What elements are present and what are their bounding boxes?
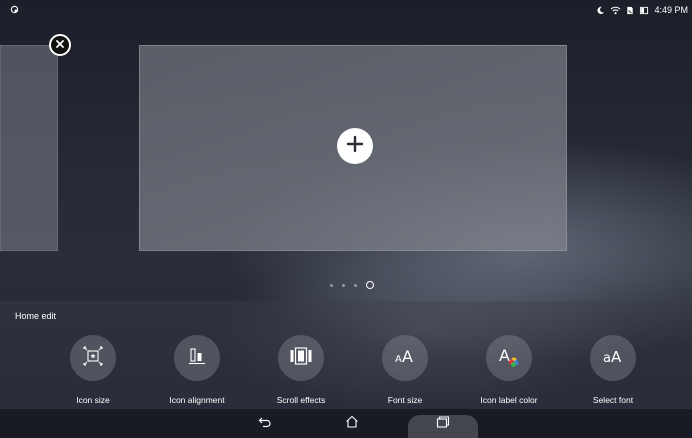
icon-size-icon xyxy=(83,345,103,371)
option-label: Font size xyxy=(387,395,423,405)
status-bar: 4:49 PM xyxy=(0,0,692,20)
option-icon-alignment[interactable]: Icon alignment xyxy=(147,335,247,405)
option-select-font[interactable]: a A Select font xyxy=(563,335,663,405)
option-label: Icon alignment xyxy=(169,395,225,405)
remove-page-button[interactable] xyxy=(49,34,71,56)
option-label: Icon size xyxy=(76,395,110,405)
option-circle[interactable]: a A xyxy=(590,335,636,381)
add-page-button[interactable] xyxy=(337,128,373,164)
home-edit-options: Icon size Icon alignment Scroll effects … xyxy=(43,335,663,405)
back-button[interactable] xyxy=(245,409,285,438)
svg-text:A: A xyxy=(402,347,413,366)
battery-icon xyxy=(639,6,649,15)
font-size-icon: A A xyxy=(393,346,417,370)
status-time: 4:49 PM xyxy=(654,5,688,15)
sim-icon xyxy=(626,6,634,15)
option-icon-size[interactable]: Icon size xyxy=(43,335,143,405)
status-left xyxy=(10,5,19,16)
home-edit-title: Home edit xyxy=(15,311,57,321)
icon-label-color-icon: A xyxy=(497,345,521,372)
select-font-icon: a A xyxy=(601,346,625,371)
option-label: Icon label color xyxy=(480,395,538,405)
home-screen-editor: 4:49 PM Home edit Icon size Icon alignme… xyxy=(0,0,692,438)
recents-icon xyxy=(436,415,450,433)
option-circle[interactable] xyxy=(278,335,324,381)
recents-button[interactable] xyxy=(423,409,463,438)
notification-icon xyxy=(10,5,19,16)
status-right: 4:49 PM xyxy=(596,5,688,15)
home-button[interactable] xyxy=(332,409,372,438)
option-scroll-effects[interactable]: Scroll effects xyxy=(251,335,351,405)
svg-text:a: a xyxy=(603,351,611,366)
page-dot[interactable] xyxy=(342,283,345,287)
close-icon xyxy=(55,36,65,54)
back-icon xyxy=(258,415,272,433)
icon-alignment-icon xyxy=(187,346,207,371)
option-font-size[interactable]: A A Font size xyxy=(355,335,455,405)
page-indicator xyxy=(330,281,374,289)
option-icon-label-color[interactable]: A Icon label color xyxy=(459,335,559,405)
option-circle[interactable]: A A xyxy=(382,335,428,381)
plus-icon xyxy=(346,135,364,158)
page-dot[interactable] xyxy=(354,283,357,287)
page-dot[interactable] xyxy=(330,283,333,287)
svg-text:A: A xyxy=(611,348,622,366)
option-circle[interactable] xyxy=(70,335,116,381)
navigation-bar xyxy=(0,409,692,438)
moon-icon xyxy=(596,6,605,15)
svg-text:A: A xyxy=(499,346,510,365)
home-icon xyxy=(345,415,359,433)
page-dot-active[interactable] xyxy=(366,281,374,289)
option-label: Scroll effects xyxy=(276,395,326,405)
svg-text:A: A xyxy=(395,354,402,365)
page-preview-previous[interactable] xyxy=(0,45,58,251)
option-circle[interactable]: A xyxy=(486,335,532,381)
scroll-effects-icon xyxy=(289,346,313,371)
option-label: Select font xyxy=(592,395,634,405)
wifi-icon xyxy=(610,6,621,15)
option-circle[interactable] xyxy=(174,335,220,381)
